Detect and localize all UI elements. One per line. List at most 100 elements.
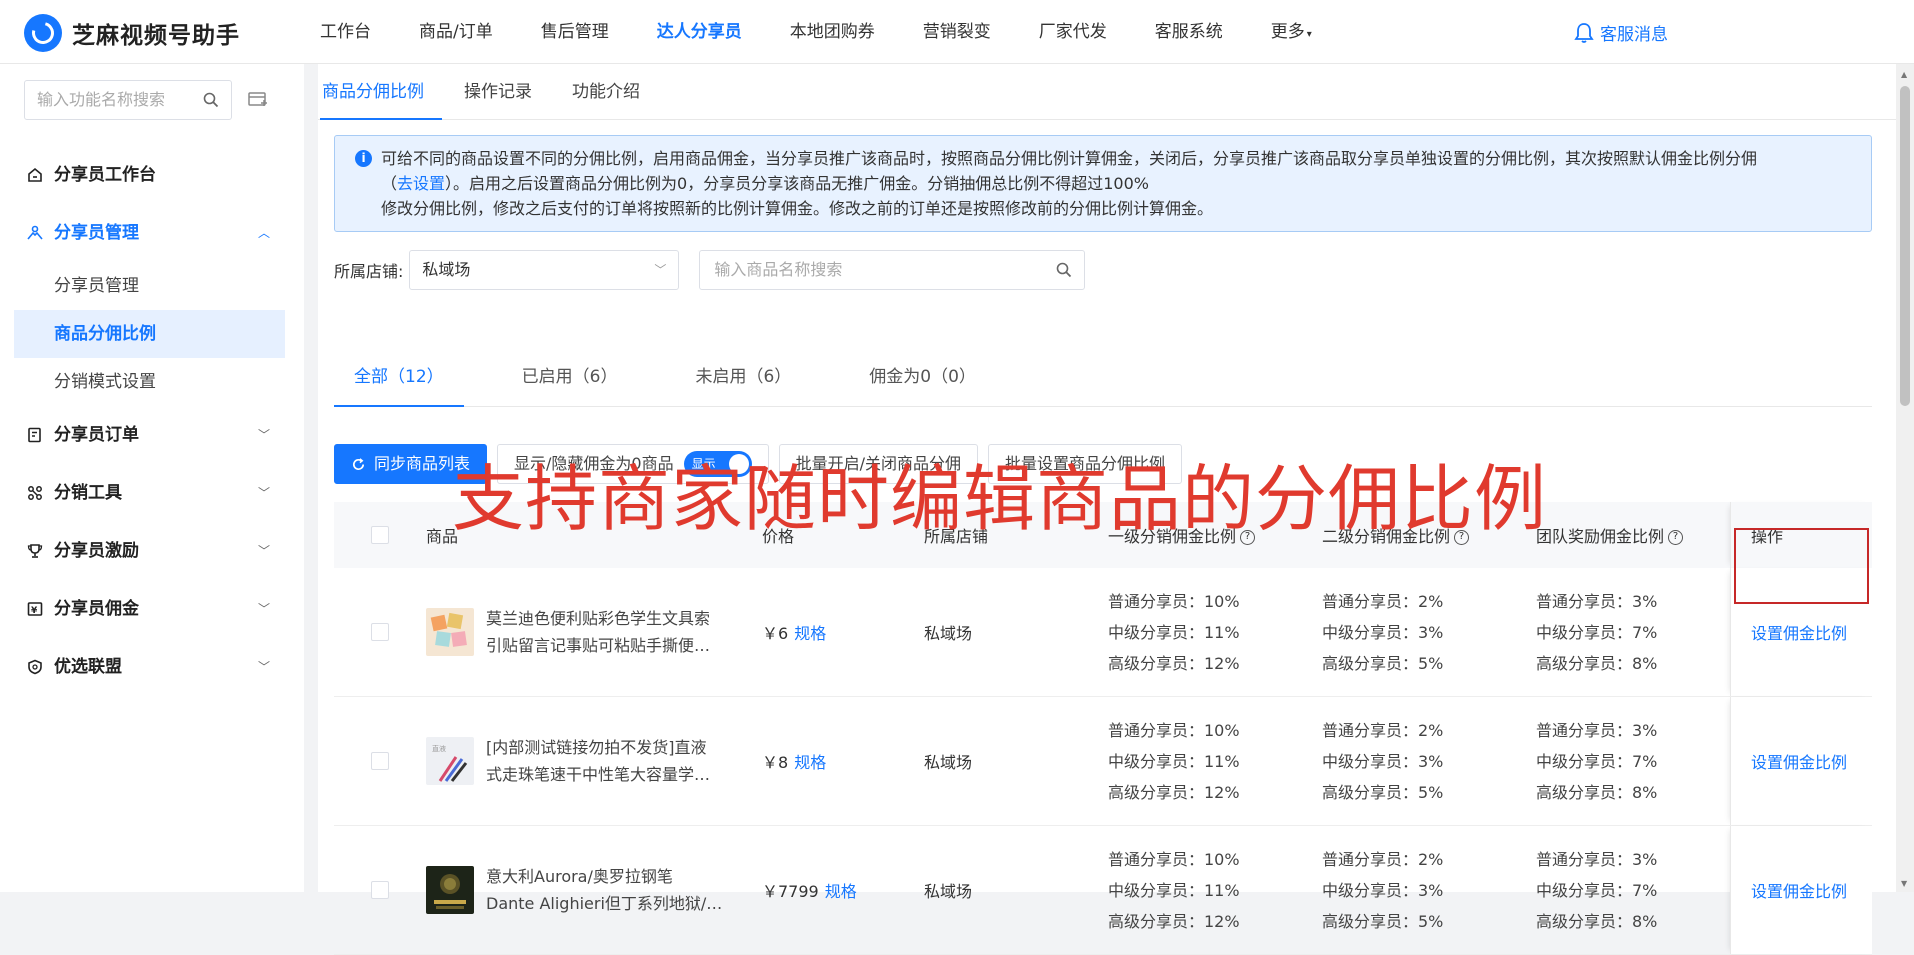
sidebar-item-label: 优选联盟	[54, 657, 122, 677]
help-icon[interactable]: ?	[1668, 530, 1684, 545]
goods-search-placeholder: 输入商品名称搜索	[714, 260, 843, 279]
lv2-rates: 普通分享员：2% 中级分享员：3% 高级分享员：5%	[1322, 715, 1536, 808]
goods-name[interactable]: 意大利Aurora/奥罗拉钢笔 Dante Alighieri但丁系列地狱/…	[486, 863, 730, 917]
notice-line-3: 修改分佣比例，修改之后支付的订单将按照新的比例计算佣金。修改之前的订单还是按照修…	[381, 199, 1214, 218]
sidebar-item-sharer-commission[interactable]: ¥ 分享员佣金 ﹀	[0, 580, 304, 638]
tab-goods-commission[interactable]: 商品分佣比例	[320, 64, 442, 120]
tab-disabled[interactable]: 未启用（6）	[675, 362, 811, 407]
page-scrollbar[interactable]: ▲ ▼	[1896, 64, 1914, 892]
rate-normal: 普通分享员：10%	[1108, 591, 1240, 611]
sidebar-item-sharer-workbench[interactable]: 分享员工作台	[0, 146, 304, 204]
rate-normal: 普通分享员：2%	[1322, 720, 1444, 740]
rate-senior: 高级分享员：12%	[1108, 911, 1240, 931]
goods-table: 商品 价格 所属店铺 一级分销佣金比例? 二级分销佣金比例? 团队奖励佣金比例?…	[334, 502, 1872, 955]
sidebar-item-distribution-tools[interactable]: 分销工具 ﹀	[0, 464, 304, 522]
goods-name[interactable]: 莫兰迪色便利贴彩色学生文具索 引贴留言记事贴可粘贴手撕便…	[486, 605, 730, 659]
refresh-icon	[352, 457, 365, 470]
notice-line-1: 可给不同的商品设置不同的分佣比例，启用商品佣金，当分享员推广该商品时，按照商品分…	[381, 149, 1758, 168]
go-settings-link[interactable]: 去设置	[397, 174, 445, 193]
tab-enabled[interactable]: 已启用（6）	[502, 362, 638, 407]
order-icon	[26, 426, 44, 444]
scroll-down-icon[interactable]: ▼	[1901, 879, 1907, 888]
logo-icon	[24, 14, 62, 52]
select-all-checkbox[interactable]	[371, 526, 389, 544]
shop-filter-label: 所属店铺:	[334, 262, 404, 281]
sidebar-item-sharer-management[interactable]: 分享员管理 ︿	[0, 204, 304, 262]
nav-more-label: 更多	[1270, 22, 1305, 42]
tab-all[interactable]: 全部（12）	[334, 362, 464, 407]
chevron-down-icon: ﹀	[257, 602, 270, 616]
row-checkbox[interactable]	[371, 881, 389, 899]
set-commission-link[interactable]: 设置佣金比例	[1751, 878, 1847, 902]
operation-cell: 设置佣金比例	[1730, 826, 1872, 954]
sidebar-subitem-goods-commission[interactable]: 商品分佣比例	[14, 310, 285, 358]
home-icon	[26, 166, 44, 184]
shop-cell: 私域场	[924, 753, 973, 772]
product-thumbnail	[426, 608, 474, 656]
nav-item-after-sales[interactable]: 售后管理	[517, 0, 633, 64]
sidebar-item-label: 分销工具	[54, 483, 122, 503]
app-logo[interactable]: 芝麻视频号助手	[24, 14, 240, 52]
goods-name-line-1: 莫兰迪色便利贴彩色学生文具索	[486, 609, 711, 628]
shop-select[interactable]: 私域场 ﹀	[409, 250, 680, 290]
goods-name[interactable]: [内部测试链接勿拍不发货]直液 式走珠笔速干中性笔大容量学…	[486, 734, 730, 788]
rate-senior: 高级分享员：5%	[1322, 653, 1444, 673]
caret-down-icon: ▾	[1306, 29, 1312, 40]
row-checkbox[interactable]	[371, 752, 389, 770]
rate-middle: 中级分享员：11%	[1108, 751, 1240, 771]
sidebar-item-label: 分享员工作台	[54, 165, 156, 185]
sidebar-item-preferred-alliance[interactable]: 优选联盟 ﹀	[0, 638, 304, 696]
product-thumbnail	[426, 866, 474, 914]
scroll-up-icon[interactable]: ▲	[1901, 70, 1907, 79]
lv2-rates: 普通分享员：2% 中级分享员：3% 高级分享员：5%	[1322, 844, 1536, 937]
nav-item-goods-orders[interactable]: 商品/订单	[395, 0, 517, 64]
rate-senior: 高级分享员：8%	[1536, 653, 1658, 673]
goods-search-input[interactable]: 输入商品名称搜索	[699, 250, 1086, 290]
tab-feature-intro[interactable]: 功能介绍	[570, 64, 658, 120]
goods-name-line-2: 式走珠笔速干中性笔大容量学…	[486, 765, 711, 784]
set-commission-link[interactable]: 设置佣金比例	[1751, 749, 1847, 773]
spec-link[interactable]: 规格	[794, 753, 826, 772]
rate-middle: 中级分享员：11%	[1108, 880, 1240, 900]
tab-zero-commission[interactable]: 佣金为0（0）	[849, 362, 996, 407]
goods-name-line-1: 意大利Aurora/奥罗拉钢笔	[486, 867, 673, 886]
nav-item-customer-service[interactable]: 客服系统	[1131, 0, 1247, 64]
goods-name-line-2: 引贴留言记事贴可粘贴手撕便…	[486, 636, 711, 655]
sidebar-item-sharer-incentive[interactable]: 分享员激励 ﹀	[0, 522, 304, 580]
nav-item-workbench[interactable]: 工作台	[296, 0, 395, 64]
rate-normal: 普通分享员：2%	[1322, 849, 1444, 869]
sidebar-subitem-sharer-management[interactable]: 分享员管理	[0, 262, 304, 310]
nav-item-local-coupons[interactable]: 本地团购券	[766, 0, 899, 64]
price-value: ￥6	[762, 624, 789, 643]
set-commission-link[interactable]: 设置佣金比例	[1751, 620, 1847, 644]
nav-item-sharers[interactable]: 达人分享员	[633, 0, 766, 64]
menu-settings-icon[interactable]	[248, 91, 268, 109]
sidebar-menu: 分享员工作台 分享员管理 ︿ 分享员管理 商品分佣比例 分销模式设置 分享员订单…	[0, 146, 304, 696]
sidebar-item-sharer-orders[interactable]: 分享员订单 ﹀	[0, 406, 304, 464]
lv2-rates: 普通分享员：2% 中级分享员：3% 高级分享员：5%	[1322, 586, 1536, 679]
shop-select-value: 私域场	[422, 260, 471, 279]
chevron-down-icon: ﹀	[257, 428, 270, 442]
svg-text:直液: 直液	[432, 744, 446, 753]
search-icon	[203, 92, 219, 108]
sidebar: 输入功能名称搜索 分享员工作台 分享员管理 ︿ 分享员管理 商品分佣比例 分销模…	[0, 64, 304, 892]
function-search-input[interactable]: 输入功能名称搜索	[24, 80, 232, 120]
nav-item-more[interactable]: 更多 ▾	[1247, 0, 1336, 64]
tools-icon	[26, 484, 44, 502]
customer-message-link[interactable]: 客服消息	[1574, 20, 1668, 45]
sidebar-subitem-distribution-mode[interactable]: 分销模式设置	[0, 358, 304, 406]
scrollbar-thumb[interactable]	[1900, 86, 1910, 406]
notice-line-2-prefix: （	[381, 174, 398, 193]
spec-link[interactable]: 规格	[794, 624, 826, 643]
notice-line-2-rest: ）。启用之后设置商品分佣比例为0，分享员分享该商品无推广佣金。分销抽佣总比例不得…	[445, 174, 1149, 193]
row-checkbox[interactable]	[371, 623, 389, 641]
rate-senior: 高级分享员：8%	[1536, 911, 1658, 931]
tab-operation-log[interactable]: 操作记录	[462, 64, 550, 120]
table-row: 意大利Aurora/奥罗拉钢笔 Dante Alighieri但丁系列地狱/… ￥…	[334, 826, 1872, 955]
rate-senior: 高级分享员：5%	[1322, 911, 1444, 931]
nav-item-dropship[interactable]: 厂家代发	[1015, 0, 1131, 64]
chevron-down-icon: ﹀	[257, 660, 270, 674]
nav-item-marketing[interactable]: 营销裂变	[899, 0, 1015, 64]
rate-middle: 中级分享员：7%	[1536, 751, 1658, 771]
price-value: ￥8	[762, 753, 789, 772]
